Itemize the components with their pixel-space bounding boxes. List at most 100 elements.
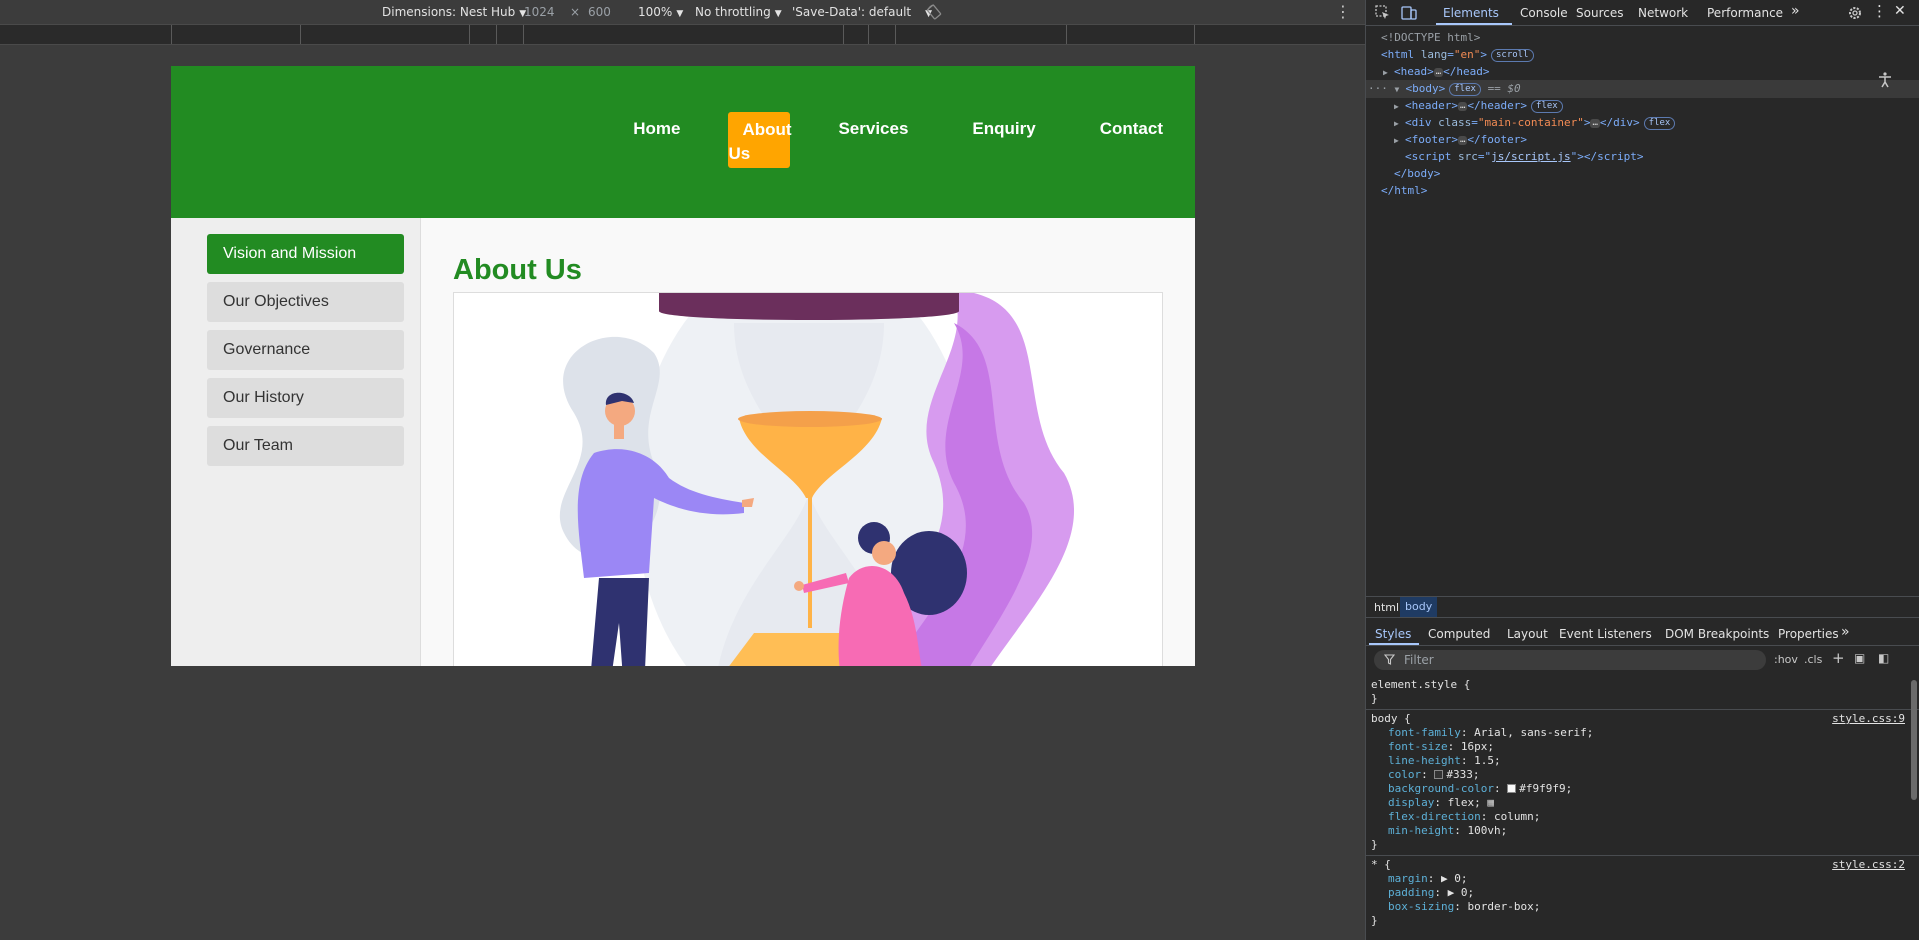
- styles-tab-bar: Styles Computed Layout Event Listeners D…: [1366, 622, 1919, 646]
- dom-html-node[interactable]: <html lang="en"> scroll: [1381, 46, 1534, 63]
- decl-line-height[interactable]: line-height: 1.5;: [1371, 754, 1919, 768]
- decl-min-height[interactable]: min-height: 100vh;: [1371, 824, 1919, 838]
- decl-box-sizing[interactable]: box-sizing: border-box;: [1371, 900, 1919, 914]
- color-swatch[interactable]: [1507, 784, 1517, 793]
- media-query-ruler[interactable]: [0, 24, 1365, 45]
- throttling-dropdown[interactable]: No throttling ▼: [695, 5, 782, 19]
- flex-badge[interactable]: flex: [1449, 83, 1481, 96]
- decl-display[interactable]: display: flex; ▦: [1371, 796, 1919, 810]
- tab-computed[interactable]: Computed: [1428, 627, 1490, 641]
- inspect-element-icon[interactable]: [1374, 4, 1392, 22]
- tab-properties[interactable]: Properties: [1778, 627, 1839, 641]
- element-style-rule[interactable]: element.style { }: [1366, 674, 1919, 710]
- prop-name: font-size: [1388, 740, 1448, 753]
- dom-body-node[interactable]: ··· ▼ <body> flex == $0: [1366, 80, 1919, 99]
- nav-services[interactable]: Services: [806, 112, 940, 146]
- flex-badge[interactable]: flex: [1643, 117, 1676, 130]
- dom-footer-close-tag: footer: [1480, 133, 1521, 146]
- sidebar-item-team[interactable]: Our Team: [207, 426, 404, 466]
- prop-value: column;: [1493, 810, 1541, 823]
- ellipsis-icon[interactable]: …: [1458, 102, 1468, 111]
- styles-filter-input[interactable]: Filter: [1374, 650, 1766, 670]
- dom-footer-node[interactable]: ▶ <footer>… </footer>: [1394, 131, 1527, 149]
- tab-styles[interactable]: Styles: [1375, 627, 1411, 641]
- flex-editor-icon[interactable]: ▦: [1487, 796, 1494, 809]
- dom-doctype[interactable]: <!DOCTYPE html>: [1381, 29, 1480, 46]
- nav-contact[interactable]: Contact: [1068, 112, 1195, 146]
- breadcrumb-body[interactable]: body: [1400, 597, 1438, 617]
- tab-sources[interactable]: Sources: [1576, 6, 1623, 20]
- expand-triangle-icon[interactable]: ▶: [1383, 64, 1394, 81]
- decl-margin[interactable]: margin: ▶ 0;: [1371, 872, 1919, 886]
- main-container: Vision and Mission Our Objectives Govern…: [171, 218, 1195, 666]
- class-toggle[interactable]: .cls: [1804, 653, 1822, 666]
- accessibility-icon[interactable]: [1876, 71, 1894, 89]
- dom-tree: <!DOCTYPE html> <html lang="en"> scroll ▶…: [1366, 27, 1919, 594]
- tab-performance[interactable]: Performance: [1707, 6, 1783, 20]
- height-input[interactable]: 600: [588, 5, 611, 19]
- body-rule-source-link[interactable]: style.css:9: [1832, 712, 1905, 726]
- tab-dom-breakpoints[interactable]: DOM Breakpoints: [1665, 627, 1769, 641]
- save-data-dropdown[interactable]: 'Save-Data': default ▼: [792, 5, 932, 19]
- new-rule-icon[interactable]: +: [1832, 649, 1845, 667]
- tab-elements[interactable]: Elements: [1443, 6, 1499, 20]
- decl-font-size[interactable]: font-size: 16px;: [1371, 740, 1919, 754]
- devtools-menu-icon[interactable]: ⋮: [1872, 2, 1887, 20]
- ellipsis-icon[interactable]: …: [1590, 119, 1600, 128]
- collapse-triangle-icon[interactable]: ▼: [1395, 81, 1406, 98]
- zoom-dropdown[interactable]: 100% ▼: [638, 5, 683, 19]
- tab-layout[interactable]: Layout: [1507, 627, 1548, 641]
- nav-enquiry[interactable]: Enquiry: [940, 112, 1067, 146]
- decl-background-color[interactable]: background-color: #f9f9f9;: [1371, 782, 1919, 796]
- width-input[interactable]: 1024: [524, 5, 555, 19]
- dom-header-node[interactable]: ▶ <header>… </header> flex: [1394, 97, 1563, 115]
- sidebar-item-history[interactable]: Our History: [207, 378, 404, 418]
- universal-rule-source-link[interactable]: style.css:2: [1832, 858, 1905, 872]
- more-tabs-icon[interactable]: »: [1841, 624, 1850, 640]
- prop-value: #333;: [1446, 768, 1480, 781]
- nav-about-us[interactable]: About Us: [728, 112, 792, 168]
- sidebar-item-governance[interactable]: Governance: [207, 330, 404, 370]
- sidebar-item-objectives[interactable]: Our Objectives: [207, 282, 404, 322]
- more-tabs-icon[interactable]: »: [1791, 3, 1800, 19]
- ellipsis-icon[interactable]: …: [1458, 136, 1468, 145]
- universal-rule[interactable]: style.css:2 * { margin: ▶ 0; padding: ▶ …: [1366, 856, 1919, 931]
- breadcrumb-html[interactable]: html: [1369, 601, 1404, 614]
- dimensions-dropdown[interactable]: Dimensions: Nest Hub ▼: [382, 5, 526, 19]
- prop-name: flex-direction: [1388, 810, 1481, 823]
- device-toolbar-toggle-icon[interactable]: [1400, 4, 1418, 22]
- script-src-link[interactable]: js/script.js: [1491, 150, 1570, 163]
- tab-console[interactable]: Console: [1520, 6, 1568, 20]
- flex-badge[interactable]: flex: [1531, 100, 1563, 113]
- decl-flex-direction[interactable]: flex-direction: column;: [1371, 810, 1919, 824]
- decl-color[interactable]: color: #333;: [1371, 768, 1919, 782]
- settings-gear-icon[interactable]: [1846, 4, 1864, 22]
- more-options-icon[interactable]: ⋮: [1335, 2, 1351, 21]
- decl-font-family[interactable]: font-family: Arial, sans-serif;: [1371, 726, 1919, 740]
- color-swatch[interactable]: [1434, 770, 1444, 779]
- expand-triangle-icon[interactable]: ▶: [1394, 132, 1405, 149]
- decl-padding[interactable]: padding: ▶ 0;: [1371, 886, 1919, 900]
- paint-brush-icon[interactable]: ▣: [1854, 651, 1865, 665]
- dom-body-close[interactable]: </body>: [1394, 165, 1440, 182]
- styles-scrollbar[interactable]: [1911, 680, 1917, 800]
- body-rule[interactable]: style.css:9 body { font-family: Arial, s…: [1366, 710, 1919, 856]
- dom-head-node[interactable]: ▶ <head>… </head>: [1383, 63, 1490, 81]
- hover-state-toggle[interactable]: :hov: [1774, 653, 1798, 666]
- dom-script-node[interactable]: <script src="js/script.js"></script>: [1405, 148, 1643, 165]
- tab-network[interactable]: Network: [1638, 6, 1688, 20]
- ellipsis-icon[interactable]: …: [1433, 68, 1444, 77]
- sidebar-toggle-icon[interactable]: ◧: [1878, 651, 1889, 665]
- expand-triangle-icon[interactable]: ▶: [1394, 115, 1405, 132]
- tab-event-listeners[interactable]: Event Listeners: [1559, 627, 1652, 641]
- rotate-icon[interactable]: [925, 2, 945, 22]
- dom-html-close[interactable]: </html>: [1381, 182, 1427, 199]
- dom-script-attr: src: [1457, 150, 1478, 163]
- element-style-selector: element.style {: [1371, 678, 1471, 691]
- sidebar-item-vision-mission[interactable]: Vision and Mission: [207, 234, 404, 274]
- expand-triangle-icon[interactable]: ▶: [1394, 98, 1405, 115]
- nav-home[interactable]: Home: [601, 112, 712, 146]
- scroll-badge[interactable]: scroll: [1491, 49, 1534, 62]
- close-icon[interactable]: ✕: [1894, 3, 1906, 19]
- dom-main-container-node[interactable]: ▶ <div class="main-container">… </div> flex: [1394, 114, 1676, 132]
